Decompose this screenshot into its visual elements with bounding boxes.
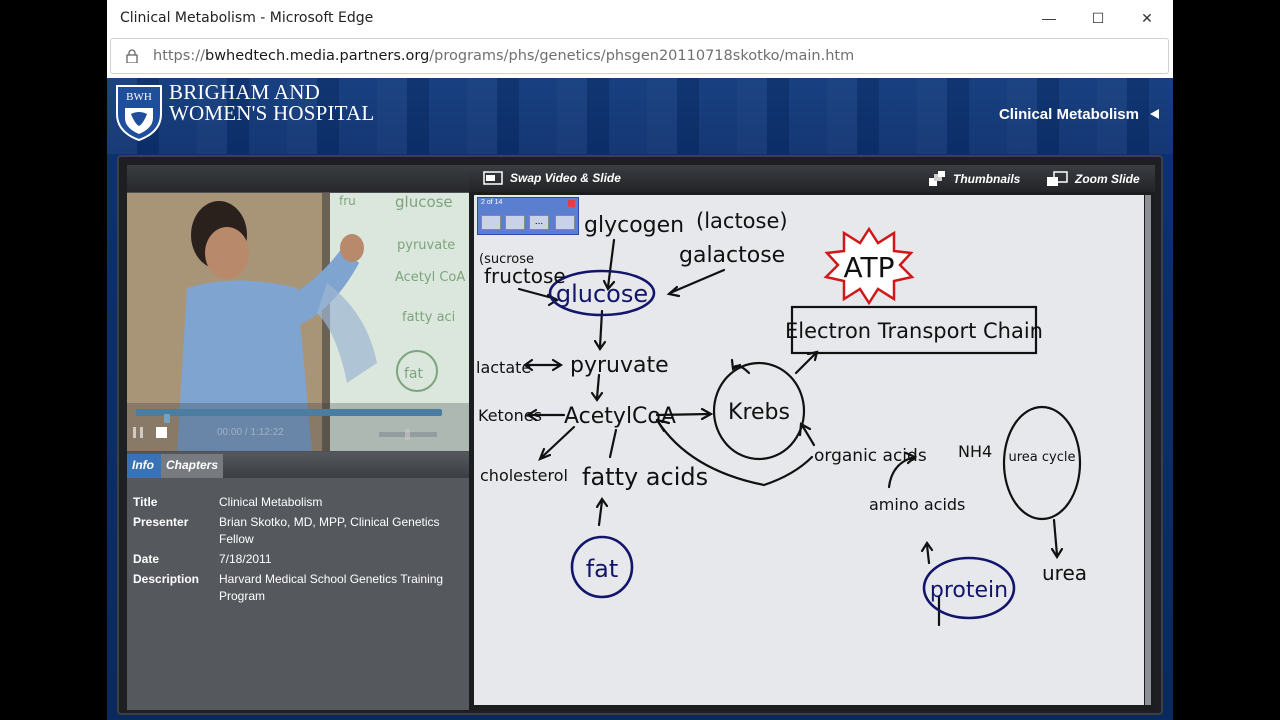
svg-text:Acetyl CoA: Acetyl CoA xyxy=(395,270,465,285)
more-icon[interactable]: ... xyxy=(529,215,549,230)
info-key: Presenter xyxy=(133,515,189,529)
seek-handle[interactable] xyxy=(163,414,170,423)
browser-window: Clinical Metabolism - Microsoft Edge — ☐… xyxy=(107,0,1173,720)
nh4-label: NH4 xyxy=(958,442,992,461)
thumbnails-icon xyxy=(929,171,945,186)
slide-counter: 2 of 14 xyxy=(481,199,503,206)
course-title: Clinical Metabolism xyxy=(998,106,1139,123)
svg-text:BWH: BWH xyxy=(126,91,152,103)
krebs-label: Krebs xyxy=(728,400,790,425)
video-seek-bar[interactable] xyxy=(136,409,442,423)
url-text: https://bwhedtech.media.partners.org/pro… xyxy=(153,48,855,64)
zoom-icon xyxy=(1047,171,1068,186)
info-row-description: Description Harvard Medical School Genet… xyxy=(133,571,465,605)
lecture-video[interactable]: fru glucose pyruvate Acetyl CoA fatty ac… xyxy=(127,193,471,451)
svg-text:glucose: glucose xyxy=(395,193,453,211)
slide-mini-toolbar: 2 of 14 ... xyxy=(477,197,579,235)
minimize-button[interactable]: — xyxy=(1026,6,1072,30)
address-bar[interactable]: https://bwhedtech.media.partners.org/pro… xyxy=(110,38,1169,74)
swap-icon xyxy=(483,171,503,185)
info-row-presenter: Presenter Brian Skotko, MD, MPP, Clinica… xyxy=(133,514,465,548)
lactose-label: (lactose) xyxy=(696,209,788,233)
info-value: Brian Skotko, MD, MPP, Clinical Genetics… xyxy=(219,515,440,546)
info-value: 7/18/2011 xyxy=(219,552,272,566)
video-time: 00:00 / 1:12:22 xyxy=(217,427,284,438)
maximize-button[interactable]: ☐ xyxy=(1075,6,1121,30)
minimize-icon: — xyxy=(1042,10,1056,26)
urea-cycle-label: urea cycle xyxy=(1009,450,1076,465)
maximize-icon: ☐ xyxy=(1091,9,1105,26)
info-key: Title xyxy=(133,495,158,509)
cholesterol-label: cholesterol xyxy=(480,466,568,485)
info-key: Date xyxy=(133,552,160,566)
info-key: Description xyxy=(133,572,200,586)
hospital-name: BRIGHAM AND WOMEN'S HOSPITAL xyxy=(169,80,375,125)
fat-label: fat xyxy=(586,555,619,583)
glycogen-label: glycogen xyxy=(584,213,684,238)
left-panel-header xyxy=(127,165,471,192)
acetylcoa-label: AcetylCoA xyxy=(564,404,676,429)
metabolism-diagram: ATP Electron Transport Chain glycogen (l… xyxy=(476,209,1087,627)
title-bar: Clinical Metabolism - Microsoft Edge — ☐… xyxy=(107,0,1173,36)
zoom-slide-button[interactable]: Zoom Slide xyxy=(1046,171,1140,187)
pause-icon[interactable] xyxy=(133,427,143,438)
lactate-label: lactate xyxy=(476,358,531,377)
fatty-acids-label: fatty acids xyxy=(582,463,708,491)
info-tabs: Info Chapters xyxy=(127,452,471,478)
urea-label: urea xyxy=(1042,561,1087,585)
info-panel: Title Clinical Metabolism Presenter Bria… xyxy=(127,478,471,710)
slide-scrollbar[interactable] xyxy=(1145,195,1151,705)
protein-label: protein xyxy=(930,578,1008,603)
slide-panel: Swap Video & Slide Thumbnails Zoom Slide xyxy=(469,165,1155,710)
svg-text:pyruvate: pyruvate xyxy=(397,238,455,253)
atp-label: ATP xyxy=(844,251,895,284)
info-row-date: Date 7/18/2011 xyxy=(133,551,465,568)
info-row-title: Title Clinical Metabolism xyxy=(133,494,465,511)
info-value: Harvard Medical School Genetics Training… xyxy=(219,572,444,603)
close-icon: ✕ xyxy=(1141,9,1153,26)
video-controls: 00:00 / 1:12:22 xyxy=(127,403,471,451)
amino-acids-label: amino acids xyxy=(869,495,965,514)
organic-acids-label: organic acids xyxy=(814,446,927,466)
close-mini-toolbar-icon[interactable] xyxy=(568,200,575,207)
page-content: BWH BRIGHAM AND WOMEN'S HOSPITAL Clinica… xyxy=(107,78,1173,720)
svg-text:fru: fru xyxy=(339,194,356,208)
svg-text:fat: fat xyxy=(404,366,424,382)
tab-chapters[interactable]: Chapters xyxy=(161,454,223,478)
close-button[interactable]: ✕ xyxy=(1124,6,1170,30)
bwh-shield-logo: BWH xyxy=(116,85,162,142)
svg-text:fatty aci: fatty aci xyxy=(402,310,455,325)
volume-handle[interactable] xyxy=(405,429,410,440)
presentation-player: fru glucose pyruvate Acetyl CoA fatty ac… xyxy=(117,155,1163,715)
pyruvate-label: pyruvate xyxy=(570,353,669,378)
lock-icon xyxy=(126,49,138,63)
collapse-arrow-icon[interactable] xyxy=(1150,109,1159,119)
etc-label: Electron Transport Chain xyxy=(785,319,1043,343)
screen-icon[interactable] xyxy=(555,215,575,230)
fructose-label: fructose xyxy=(484,264,566,288)
galactose-label: galactose xyxy=(679,243,785,268)
tab-info[interactable]: Info xyxy=(127,454,161,478)
slide-canvas: ATP Electron Transport Chain glycogen (l… xyxy=(474,195,1144,705)
window-title: Clinical Metabolism - Microsoft Edge xyxy=(120,10,374,26)
swap-video-slide-button[interactable]: Swap Video & Slide xyxy=(483,171,621,185)
volume-slider[interactable] xyxy=(379,429,437,440)
stop-icon[interactable] xyxy=(156,427,167,438)
prev-slide-icon[interactable] xyxy=(481,215,501,230)
pointer-icon[interactable] xyxy=(505,215,525,230)
glucose-label: glucose xyxy=(556,280,648,308)
ketones-label: Ketones xyxy=(478,406,542,425)
thumbnails-button[interactable]: Thumbnails xyxy=(928,171,1020,187)
info-value: Clinical Metabolism xyxy=(219,495,323,509)
left-panel: fru glucose pyruvate Acetyl CoA fatty ac… xyxy=(127,165,471,710)
slide-toolbar: Swap Video & Slide Thumbnails Zoom Slide xyxy=(469,165,1155,192)
